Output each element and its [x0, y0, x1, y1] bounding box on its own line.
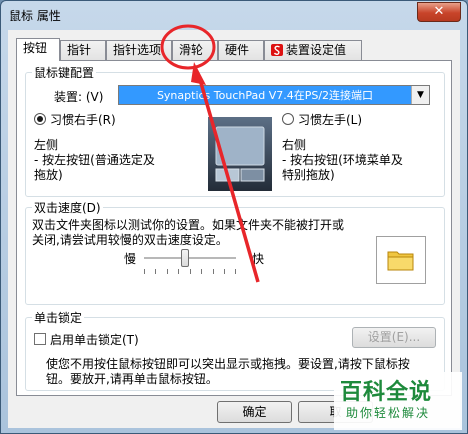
close-button[interactable]: ✕ [417, 2, 461, 22]
speed-slider-thumb[interactable] [181, 249, 190, 267]
click-lock-desc: 钮。要放开,请再单击鼠标按钮。 [46, 372, 218, 386]
left-handed-radio[interactable] [282, 113, 294, 125]
click-lock-label[interactable]: 启用单击锁定(T) [50, 331, 139, 348]
tab-label: 硬件 [225, 43, 250, 57]
tab-pointer-options[interactable]: 指针选项 [106, 40, 172, 60]
watermark-title: 百科全说 [340, 380, 433, 405]
mouse-properties-window: 鼠标 属性 ✕ 按钮 指针 指针选项 滑轮 硬件 装置设定值 鼠标键配置 装置:… [0, 0, 468, 434]
slider-ticks [144, 269, 236, 274]
tab-pointers[interactable]: 指针 [60, 40, 106, 60]
watermark: 百科全说 助你轻松解决 [334, 372, 462, 430]
buttons-tab-panel: 鼠标键配置 装置: (V) Synaptics TouchPad V7.4在PS… [16, 60, 452, 396]
dialog-body: 按钮 指针 指针选项 滑轮 硬件 装置设定值 鼠标键配置 装置: (V) Syn… [8, 30, 460, 428]
right-handed-label[interactable]: 习惯右手(R) [50, 111, 116, 128]
button-label: 设置(E)... [367, 330, 421, 344]
tab-hardware[interactable]: 硬件 [218, 40, 264, 60]
double-click-desc: 关闭,请尝试用较慢的双击速度设定。 [32, 233, 228, 247]
device-label: 装置: (V) [54, 90, 104, 104]
group-title: 鼠标键配置 [32, 64, 97, 81]
click-lock-settings-button[interactable]: 设置(E)... [352, 327, 436, 348]
tab-label: 按钮 [23, 41, 48, 55]
group-title: 单击锁定 [32, 309, 85, 326]
group-title: 双击速度(D) [32, 199, 103, 216]
window-title: 鼠标 属性 [9, 9, 61, 23]
fast-label: 快 [252, 252, 265, 266]
ok-button[interactable]: 确定 [217, 401, 292, 423]
slow-label: 慢 [124, 252, 137, 266]
tab-label: 指针 [67, 43, 92, 57]
button-label: 确定 [242, 405, 267, 419]
touchpad-image [208, 117, 272, 191]
synaptics-icon [271, 44, 283, 56]
button-config-group: 鼠标键配置 装置: (V) Synaptics TouchPad V7.4在PS… [25, 64, 445, 197]
left-side-desc: 拖放) [34, 168, 63, 182]
left-handed-label[interactable]: 习惯左手(L) [298, 111, 362, 128]
chevron-down-icon[interactable]: ▼ [411, 86, 429, 104]
device-select-value: Synaptics TouchPad V7.4在PS/2连接端口 [156, 89, 374, 102]
tab-buttons[interactable]: 按钮 [16, 38, 60, 61]
watermark-subtitle: 助你轻松解决 [346, 406, 431, 420]
close-icon: ✕ [433, 4, 445, 19]
title-bar[interactable]: 鼠标 属性 ✕ [1, 1, 467, 29]
double-click-group: 双击速度(D) 双击文件夹图标以测试你的设置。如果文件夹不能被打开或 关闭,请尝… [25, 199, 445, 305]
right-side-desc: 特别拖放) [282, 168, 335, 182]
device-select[interactable]: Synaptics TouchPad V7.4在PS/2连接端口 ▼ [118, 85, 430, 105]
tab-label: 装置设定值 [286, 43, 347, 57]
tab-wheel[interactable]: 滑轮 [172, 40, 218, 60]
tab-label: 指针选项 [113, 43, 162, 57]
test-folder-box[interactable] [376, 236, 426, 284]
right-handed-radio[interactable] [34, 113, 46, 125]
speed-slider-track[interactable] [144, 257, 236, 260]
tab-label: 滑轮 [179, 43, 204, 57]
tab-device-settings[interactable]: 装置设定值 [264, 40, 362, 60]
click-lock-checkbox[interactable] [34, 333, 46, 345]
folder-icon[interactable] [387, 249, 415, 271]
